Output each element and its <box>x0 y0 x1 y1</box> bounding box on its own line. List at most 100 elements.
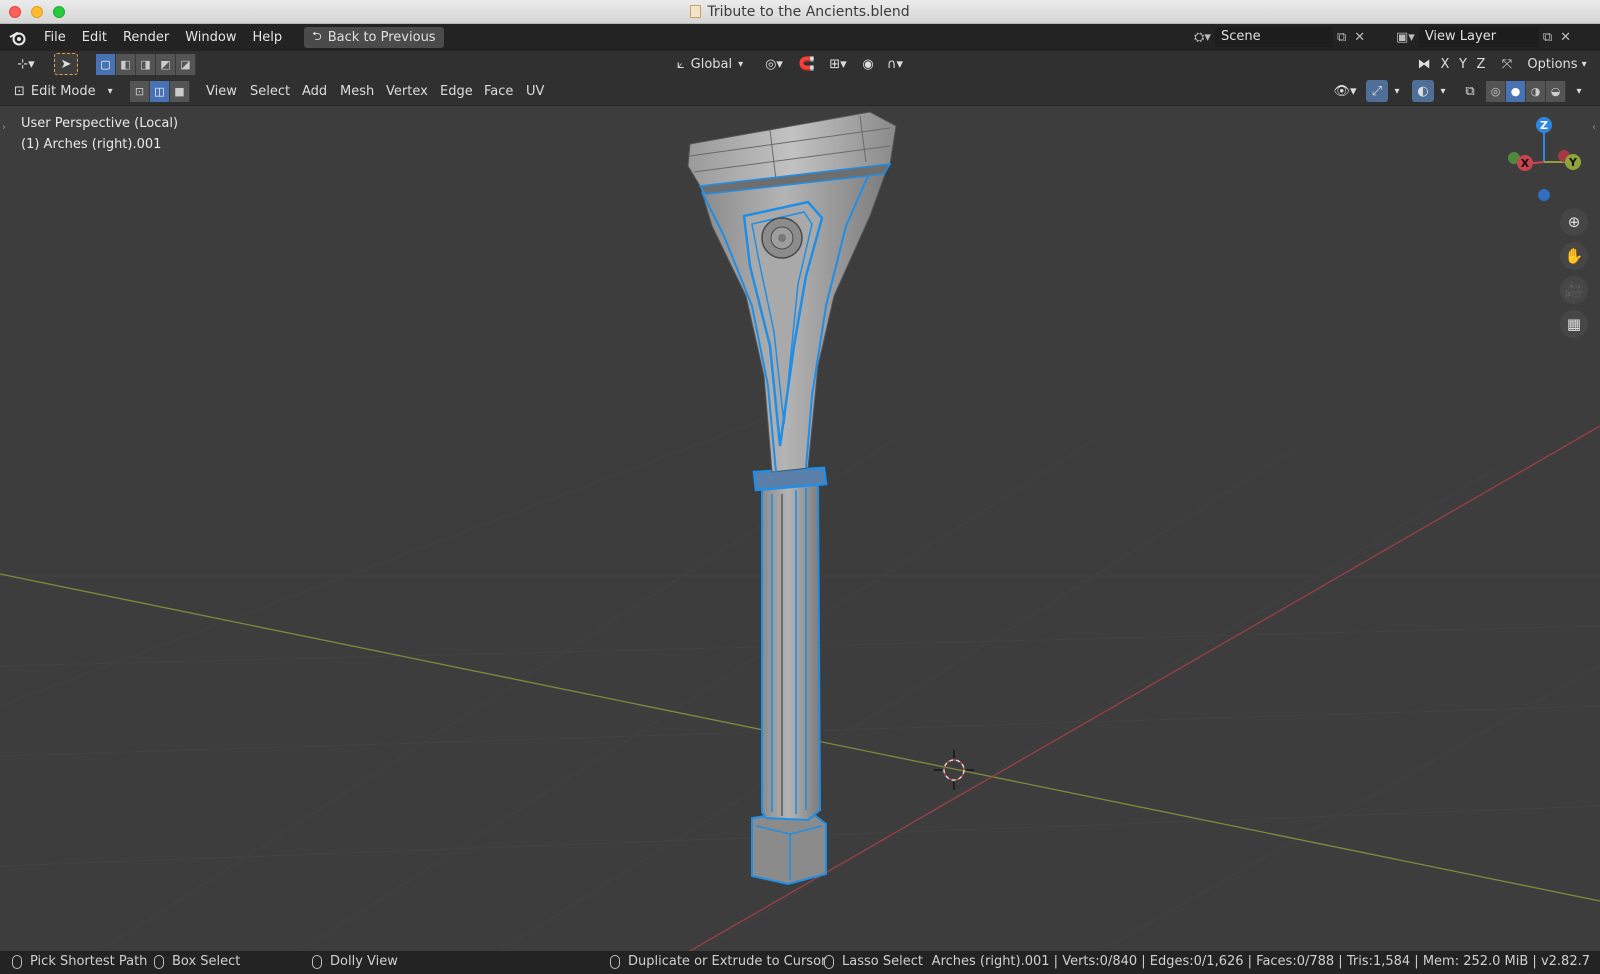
window-titlebar: Tribute to the Ancients.blend <box>0 0 1600 24</box>
menu-render[interactable]: Render <box>115 30 177 45</box>
column-mesh <box>687 111 897 886</box>
menu-view[interactable]: View <box>206 82 237 102</box>
delete-view-layer-icon[interactable]: ✕ <box>1556 30 1575 45</box>
snap-target-icon[interactable]: ⊞▾ <box>822 53 854 75</box>
chevron-down-icon[interactable]: ▾ <box>1572 80 1586 102</box>
menu-select[interactable]: Select <box>250 82 290 102</box>
falloff-icon[interactable]: ∩▾ <box>880 53 910 75</box>
menu-edit[interactable]: Edit <box>74 30 115 45</box>
options-label: Options <box>1527 56 1578 72</box>
view-layer-selector[interactable]: ▣▾ View Layer ⧉ ✕ <box>1392 27 1575 47</box>
blender-logo-icon[interactable] <box>0 30 36 46</box>
back-to-previous-label: Back to Previous <box>327 30 436 45</box>
mirror-z-toggle[interactable]: Z <box>1472 53 1490 75</box>
sidebar-expand-icon[interactable]: ‹ <box>1592 122 1596 133</box>
select-extend-icon[interactable]: ◧ <box>116 54 136 75</box>
menu-uv[interactable]: UV <box>526 82 544 102</box>
transform-orientation-dropdown[interactable]: ⟀ Global ▾ <box>668 53 752 75</box>
hint-label: Pick Shortest Path <box>30 954 148 969</box>
scene-icon: ⛭▾ <box>1194 29 1211 45</box>
menu-edge[interactable]: Edge <box>440 82 473 102</box>
overlays-toggle-icon[interactable]: ◐ <box>1412 80 1434 102</box>
view-layer-name-field[interactable]: View Layer <box>1418 27 1539 47</box>
mouse-middle-icon <box>824 954 834 969</box>
viewport-canvas <box>0 111 1600 951</box>
chevron-down-icon[interactable]: ▾ <box>1436 80 1450 102</box>
menu-add[interactable]: Add <box>302 82 327 102</box>
mirror-x-toggle[interactable]: X <box>1436 53 1454 75</box>
shading-mode-buttons: ◎ ● ◑ ◒ <box>1486 81 1566 102</box>
select-intersect-icon[interactable]: ◪ <box>176 54 196 75</box>
mode-value: Edit Mode <box>30 83 96 99</box>
options-dropdown[interactable]: Options ▾ <box>1522 53 1592 75</box>
menu-face[interactable]: Face <box>484 82 513 102</box>
menu-vertex[interactable]: Vertex <box>386 82 428 102</box>
mode-dropdown[interactable]: ⊡ Edit Mode ▾ <box>10 80 122 102</box>
gizmo-toggle-icon[interactable]: ⤢ <box>1366 80 1388 102</box>
selection-mode-buttons: ▢ ◧ ◨ ◩ ◪ <box>96 54 196 75</box>
select-tool-icon[interactable]: ➤ <box>54 53 78 75</box>
transform-orientation-value: Global <box>690 56 733 72</box>
new-scene-icon[interactable]: ⧉ <box>1333 30 1350 45</box>
edge-select-icon[interactable]: ◫ <box>150 81 170 102</box>
active-object-label: (1) Arches (right).001 <box>21 137 162 152</box>
scene-statistics: Arches (right).001 | Verts:0/840 | Edges… <box>931 954 1590 969</box>
menu-mesh[interactable]: Mesh <box>340 82 374 102</box>
material-shading-icon[interactable]: ◑ <box>1526 81 1546 102</box>
select-new-icon[interactable]: ▢ <box>96 54 116 75</box>
mirror-y-toggle[interactable]: Y <box>1454 53 1472 75</box>
menu-file[interactable]: File <box>36 30 74 45</box>
minimize-window-button[interactable] <box>31 6 43 18</box>
camera-view-icon[interactable]: 🎥 <box>1560 276 1588 304</box>
chevron-down-icon: ▾ <box>1581 58 1587 70</box>
rendered-shading-icon[interactable]: ◒ <box>1546 81 1566 102</box>
select-subtract-icon[interactable]: ◨ <box>136 54 156 75</box>
3d-viewport[interactable]: Z Y X User Perspective (Local) (1) Arche… <box>0 106 1600 951</box>
back-to-previous-button[interactable]: ⮌ Back to Previous <box>304 27 444 48</box>
chevron-down-icon: ▾ <box>738 58 744 70</box>
close-window-button[interactable] <box>9 6 21 18</box>
view-perspective-label: User Perspective (Local) <box>21 116 179 131</box>
chevron-down-icon[interactable]: ▾ <box>1390 80 1404 102</box>
face-select-icon[interactable]: ■ <box>170 81 190 102</box>
window-title: Tribute to the Ancients.blend <box>707 3 910 20</box>
new-view-layer-icon[interactable]: ⧉ <box>1539 30 1556 45</box>
maximize-window-button[interactable] <box>53 6 65 18</box>
zoom-icon[interactable]: ⊕ <box>1560 208 1588 236</box>
vertex-select-icon[interactable]: ⊡ <box>130 81 150 102</box>
editor-header: ⊡ Edit Mode ▾ ⊡ ◫ ■ View Select Add Mesh… <box>0 78 1600 106</box>
wireframe-shading-icon[interactable]: ◎ <box>1486 81 1506 102</box>
pivot-point-icon[interactable]: ◎▾ <box>760 53 788 75</box>
hint-label: Dolly View <box>330 954 398 969</box>
xray-toggle-icon[interactable]: ⧉ <box>1460 80 1480 102</box>
tool-header: ⊹▾ ➤ ▢ ◧ ◨ ◩ ◪ ⟀ Global ▾ ◎▾ 🧲 ⊞▾ ◉ ∩▾ ⧓… <box>0 51 1600 78</box>
gizmo-y-axis[interactable]: Y <box>1565 154 1581 170</box>
hint-pick-shortest-path: Pick Shortest Path <box>12 954 147 969</box>
auto-merge-icon[interactable]: ⤧ <box>1496 53 1518 75</box>
pan-hand-icon[interactable]: ✋ <box>1560 242 1588 270</box>
view-layer-icon: ▣▾ <box>1396 29 1415 45</box>
gizmo-x-axis[interactable]: X <box>1517 155 1533 171</box>
hint-label: Box Select <box>172 954 241 969</box>
mirror-icon[interactable]: ⧓ <box>1414 53 1434 75</box>
ortho-grid-icon[interactable]: ▦ <box>1560 310 1588 338</box>
scene-name-field[interactable]: Scene <box>1214 27 1333 47</box>
hint-box-select: Box Select <box>154 954 240 969</box>
gizmo-z-axis[interactable]: Z <box>1536 117 1552 133</box>
delete-scene-icon[interactable]: ✕ <box>1350 30 1369 45</box>
snap-toggle-icon[interactable]: 🧲 <box>796 53 818 75</box>
toolbar-expand-icon[interactable]: › <box>2 122 6 133</box>
orientation-icon: ⟀ <box>676 56 685 72</box>
select-invert-icon[interactable]: ◩ <box>156 54 176 75</box>
visibility-icon[interactable]: 👁▾ <box>1330 80 1360 102</box>
editor-type-icon[interactable]: ⊹▾ <box>10 53 42 75</box>
scene-selector[interactable]: ⛭▾ Scene ⧉ ✕ <box>1190 27 1369 47</box>
menu-help[interactable]: Help <box>245 30 291 45</box>
menu-window[interactable]: Window <box>177 30 244 45</box>
hint-duplicate-extrude: Duplicate or Extrude to Cursor <box>610 954 826 969</box>
status-bar: Pick Shortest Path Box Select Dolly View… <box>0 951 1600 974</box>
proportional-edit-icon[interactable]: ◉ <box>858 53 878 75</box>
solid-shading-icon[interactable]: ● <box>1506 81 1526 102</box>
mouse-middle-icon <box>154 954 164 969</box>
hint-label: Lasso Select <box>842 954 923 969</box>
